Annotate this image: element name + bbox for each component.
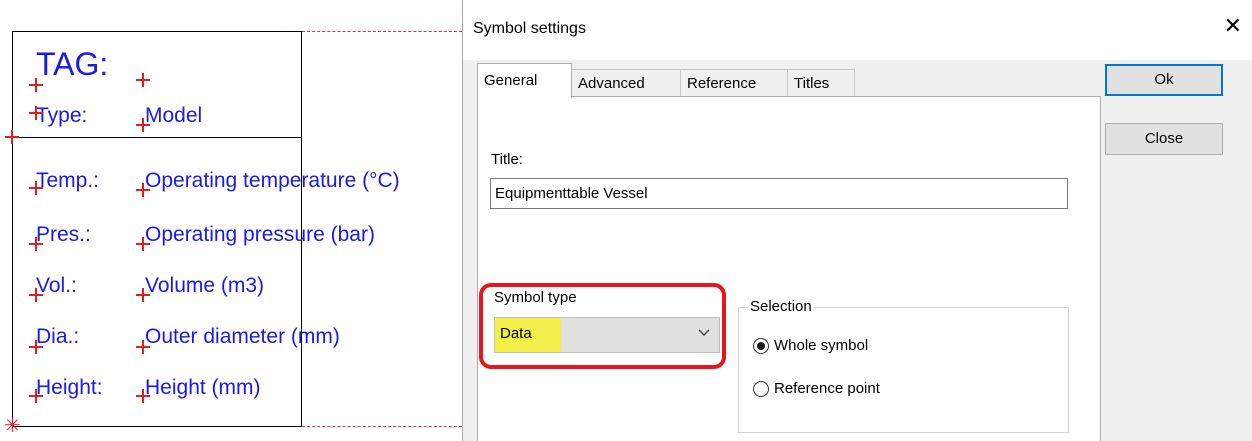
header-divider: [12, 137, 302, 138]
pres-label: Pres.:: [36, 223, 91, 246]
tab-general[interactable]: General: [477, 63, 572, 98]
height-label: Height:: [36, 376, 103, 399]
tab-reference[interactable]: Reference: [680, 69, 788, 97]
whole-symbol-radio[interactable]: [753, 338, 769, 354]
insertion-point-marker: [136, 340, 150, 354]
reference-dashed-line-bottom: [302, 426, 462, 427]
insertion-point-marker: [29, 78, 43, 92]
dialog-titlebar[interactable]: Symbol settings ✕: [463, 0, 1252, 60]
title-field-label: Title:: [491, 151, 523, 168]
vol-value: Volume (m3): [145, 274, 265, 297]
reference-dashed-line-top: [302, 31, 462, 32]
insertion-point-marker: [29, 340, 43, 354]
pres-value: Operating pressure (bar): [145, 223, 375, 246]
tab-titles[interactable]: Titles: [787, 69, 855, 97]
selection-group-title: Selection: [748, 298, 814, 315]
insertion-point-marker: [136, 288, 150, 302]
insertion-point-marker: [29, 288, 43, 302]
insertion-point-marker: [29, 389, 43, 403]
symbol-type-select[interactable]: Data: [494, 317, 720, 353]
insertion-point-marker: [136, 118, 150, 132]
dia-value: Outer diameter (mm): [145, 325, 340, 348]
insertion-point-marker: [136, 237, 150, 251]
symbol-canvas: TAG: Type: Model Temp.: Operating temper…: [0, 0, 462, 441]
type-value: Model: [145, 104, 203, 127]
reference-point-radio[interactable]: [753, 381, 769, 397]
insertion-point-marker: [136, 183, 150, 197]
close-icon[interactable]: ✕: [1224, 15, 1242, 37]
whole-symbol-label[interactable]: Whole symbol: [774, 337, 868, 354]
insertion-point-marker: [136, 389, 150, 403]
tag-label: TAG:: [36, 46, 109, 82]
selection-group: [738, 307, 1069, 433]
insertion-point-marker: [29, 237, 43, 251]
temp-value: Operating temperature (°C): [145, 169, 400, 192]
title-input[interactable]: Equipmenttable Vessel: [490, 178, 1068, 209]
temp-label: Temp.:: [36, 169, 100, 192]
insertion-point-marker: [5, 130, 19, 144]
symbol-type-value: Data: [500, 325, 532, 342]
insertion-point-marker: [29, 106, 43, 120]
type-label: Type:: [36, 104, 88, 127]
insertion-point-marker: [136, 73, 150, 87]
reference-point-label[interactable]: Reference point: [774, 380, 880, 397]
dialog-title: Symbol settings: [473, 20, 586, 37]
height-value: Height (mm): [145, 376, 261, 399]
insertion-point-marker: [29, 181, 43, 195]
origin-marker-icon: ✳: [4, 415, 21, 437]
chevron-down-icon: [698, 329, 710, 337]
close-button[interactable]: Close: [1105, 123, 1223, 155]
tab-advanced[interactable]: Advanced: [571, 69, 681, 97]
ok-button[interactable]: Ok: [1105, 64, 1223, 96]
